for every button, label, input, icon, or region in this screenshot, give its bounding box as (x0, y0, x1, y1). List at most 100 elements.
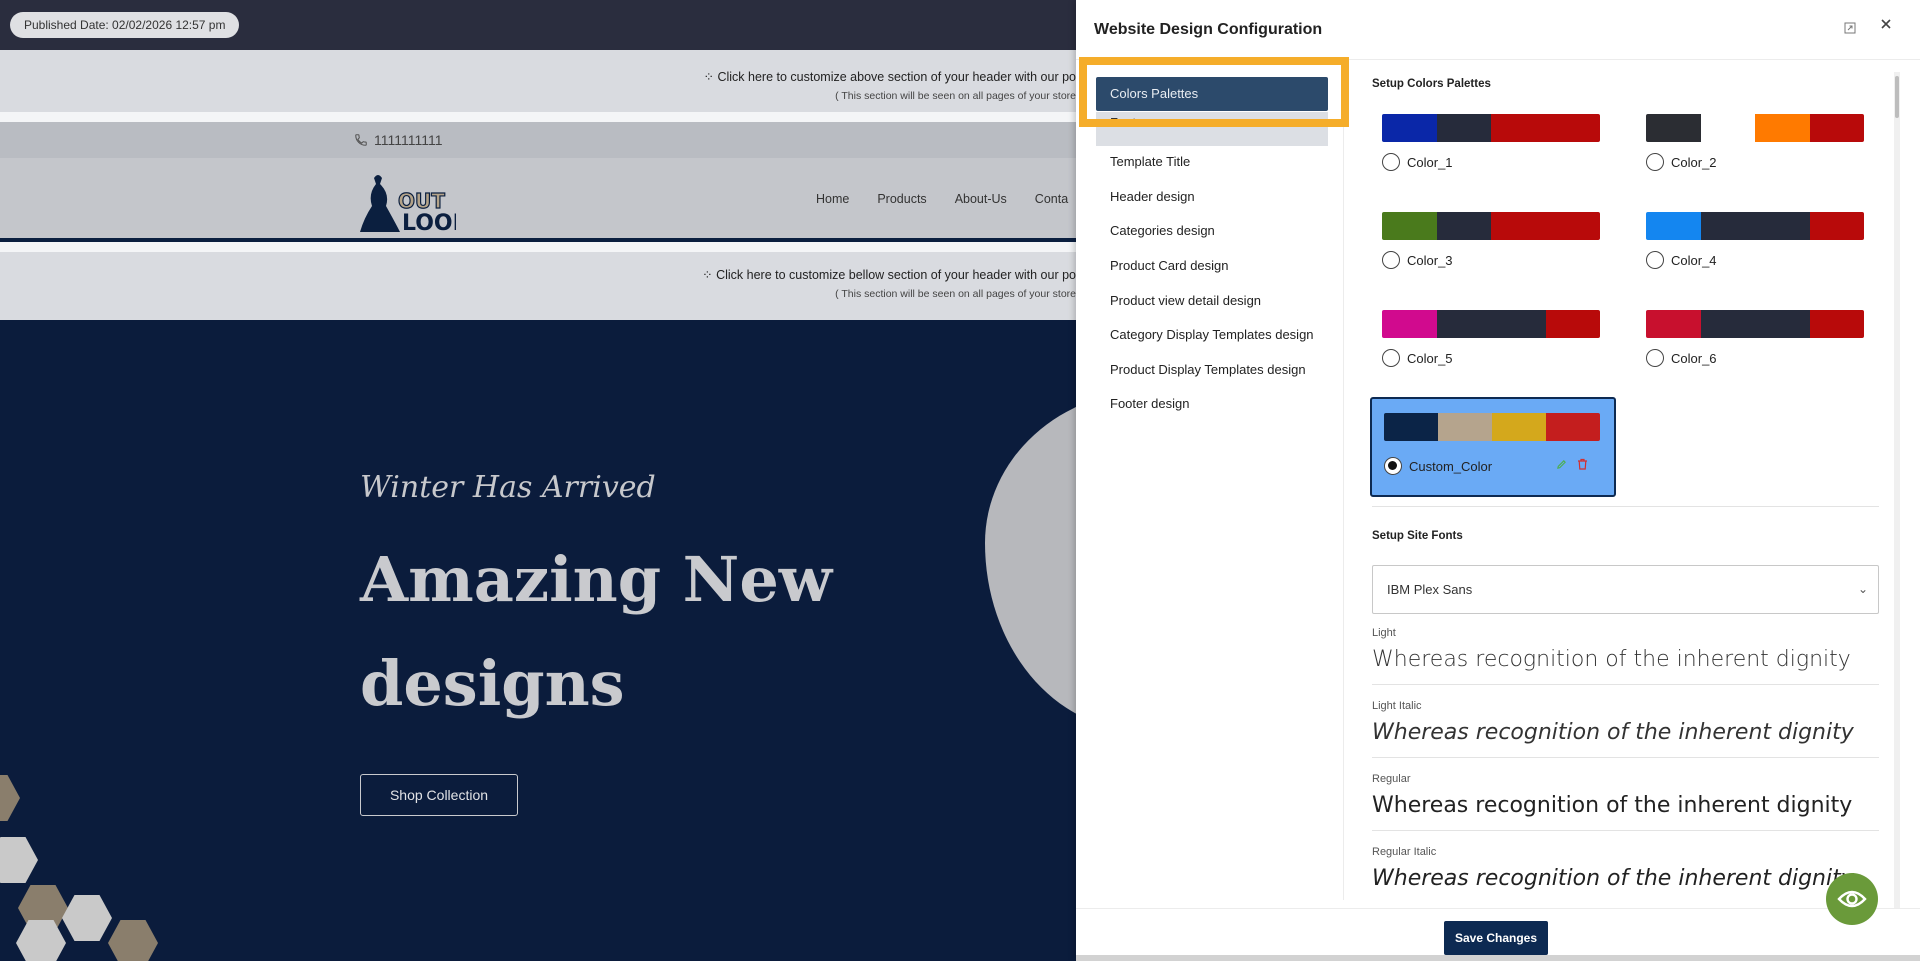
swatch (1382, 212, 1437, 240)
header-bottom-customize-band[interactable]: ⁘ Click here to customize bellow section… (0, 252, 1076, 320)
swatch (1436, 114, 1491, 142)
menu-item-product-display-templates[interactable]: Product Display Templates design (1110, 362, 1306, 377)
header-top-customize-text[interactable]: ⁘ Click here to customize above section … (704, 69, 1076, 84)
font-sample-light-italic: Light Italic Whereas recognition of the … (1372, 700, 1879, 745)
hero-banner: Winter Has Arrived Amazing New designs S… (0, 320, 1076, 961)
save-changes-button[interactable]: Save Changes (1444, 921, 1548, 955)
font-sample-caption: Regular Italic (1372, 846, 1437, 858)
menu-item-fonts[interactable]: Fonts (1096, 112, 1328, 146)
palette-swatches (1382, 212, 1600, 240)
palette-swatches (1646, 212, 1864, 240)
sample-divider (1372, 830, 1879, 831)
shop-collection-button[interactable]: Shop Collection (360, 774, 518, 816)
nav-link-contact[interactable]: Conta (1035, 192, 1068, 206)
palette-card[interactable]: Color_3 (1372, 212, 1600, 284)
header-bottom-customize-note: ( This section will be seen on all pages… (835, 288, 1076, 300)
palette-label: Color_1 (1407, 154, 1453, 170)
swatch (1809, 212, 1864, 240)
font-sample-text: Whereas recognition of the inherent dign… (1372, 720, 1854, 745)
nav-links: Home Products About-Us Conta (816, 192, 1068, 206)
swatch (1382, 114, 1437, 142)
section-divider (1372, 506, 1879, 507)
palette-card[interactable]: Color_1 (1372, 114, 1600, 186)
swatch (1809, 114, 1864, 142)
palette-radio[interactable] (1382, 349, 1400, 367)
swatch (1755, 114, 1810, 142)
panel-header: Website Design Configuration (1076, 0, 1920, 60)
palette-card[interactable]: Color_6 (1636, 310, 1864, 382)
header-top-customize-band[interactable]: ⁘ Click here to customize above section … (0, 50, 1076, 112)
colors-section-title: Setup Colors Palettes (1372, 78, 1491, 90)
swatch (1646, 114, 1701, 142)
menu-item-category-display-templates[interactable]: Category Display Templates design (1110, 327, 1314, 342)
content-scrollbar[interactable] (1894, 72, 1900, 912)
palette-card[interactable]: Color_2 (1636, 114, 1864, 186)
header-top-customize-note: ( This section will be seen on all pages… (835, 90, 1076, 102)
menu-item-product-view-detail-design[interactable]: Product view detail design (1110, 293, 1261, 308)
palette-swatches (1646, 310, 1864, 338)
swatch (1492, 413, 1546, 441)
palette-radio[interactable] (1646, 251, 1664, 269)
hero-kicker: Winter Has Arrived (360, 470, 656, 505)
config-content: Setup Colors Palettes Color_1 Color_2 Colo… (1344, 60, 1894, 900)
font-sample-text: Whereas recognition of the inherent dign… (1372, 793, 1853, 818)
custom-palette-radio[interactable] (1384, 457, 1402, 475)
svg-text:OUT: OUT (398, 189, 445, 213)
phone-number: 1111111111 (374, 132, 443, 148)
hero-decor-shape (985, 390, 1076, 730)
custom-palette-label: Custom_Color (1409, 458, 1493, 474)
scrollbar-thumb[interactable] (1895, 76, 1899, 118)
font-sample-regular-italic: Regular Italic Whereas recognition of th… (1372, 846, 1879, 891)
palette-option[interactable]: Color_3 (1382, 251, 1453, 269)
palette-card[interactable]: Color_4 (1636, 212, 1864, 284)
close-icon[interactable] (1878, 18, 1894, 34)
palette-radio[interactable] (1382, 153, 1400, 171)
site-logo[interactable]: OUT LOOK (352, 170, 471, 239)
header-bottom-customize-text[interactable]: ⁘ Click here to customize bellow section… (702, 267, 1076, 282)
palette-radio[interactable] (1382, 251, 1400, 269)
swatch (1700, 114, 1755, 142)
menu-item-header-design[interactable]: Header design (1110, 189, 1195, 204)
swatch (1436, 212, 1491, 240)
swatch (1700, 212, 1755, 240)
swatch (1809, 310, 1864, 338)
palette-radio[interactable] (1646, 349, 1664, 367)
menu-item-footer-design[interactable]: Footer design (1110, 396, 1190, 411)
palette-label: Color_3 (1407, 252, 1453, 268)
custom-palette-option[interactable]: Custom_Color (1384, 457, 1492, 475)
custom-palette-card[interactable]: Custom_Color (1370, 397, 1616, 497)
font-sample-caption: Light Italic (1372, 700, 1422, 712)
font-sample-light: Light Whereas recognition of the inheren… (1372, 627, 1879, 672)
nav-link-products[interactable]: Products (877, 192, 926, 206)
panel-footer: Save Changes (1076, 908, 1920, 961)
palette-radio[interactable] (1646, 153, 1664, 171)
trash-icon[interactable] (1577, 457, 1589, 471)
menu-item-colors-palettes[interactable]: Colors Palettes (1096, 77, 1328, 111)
palette-option[interactable]: Color_6 (1646, 349, 1717, 367)
hero-headline: Amazing New designs (360, 543, 833, 720)
eye-icon[interactable] (1826, 873, 1878, 925)
config-menu: Fonts Colors Palettes Template Title Hea… (1076, 57, 1349, 900)
palette-swatches (1646, 114, 1864, 142)
menu-item-template-title[interactable]: Template Title (1110, 154, 1190, 169)
palette-option[interactable]: Color_2 (1646, 153, 1717, 171)
pencil-icon[interactable] (1556, 459, 1567, 473)
swatch (1382, 310, 1437, 338)
font-sample-caption: Regular (1372, 773, 1411, 785)
palette-option[interactable]: Color_5 (1382, 349, 1453, 367)
palette-option[interactable]: Color_4 (1646, 251, 1717, 269)
font-family-select[interactable]: IBM Plex Sans ⌄ (1372, 565, 1879, 614)
nav-link-about[interactable]: About-Us (955, 192, 1007, 206)
palette-option[interactable]: Color_1 (1382, 153, 1453, 171)
sample-divider (1372, 684, 1879, 685)
menu-item-categories-design[interactable]: Categories design (1110, 223, 1215, 238)
menu-item-product-card-design[interactable]: Product Card design (1110, 258, 1229, 273)
expand-icon[interactable] (1844, 22, 1858, 36)
phone-icon (355, 134, 367, 146)
palette-card[interactable]: Color_5 (1372, 310, 1600, 382)
font-sample-text: Whereas recognition of the inherent dign… (1372, 866, 1854, 891)
hex-decor (108, 920, 158, 961)
nav-link-home[interactable]: Home (816, 192, 849, 206)
font-select-value: IBM Plex Sans (1387, 582, 1473, 597)
site-navbar: OUT LOOK Home Products About-Us Conta (0, 158, 1076, 242)
